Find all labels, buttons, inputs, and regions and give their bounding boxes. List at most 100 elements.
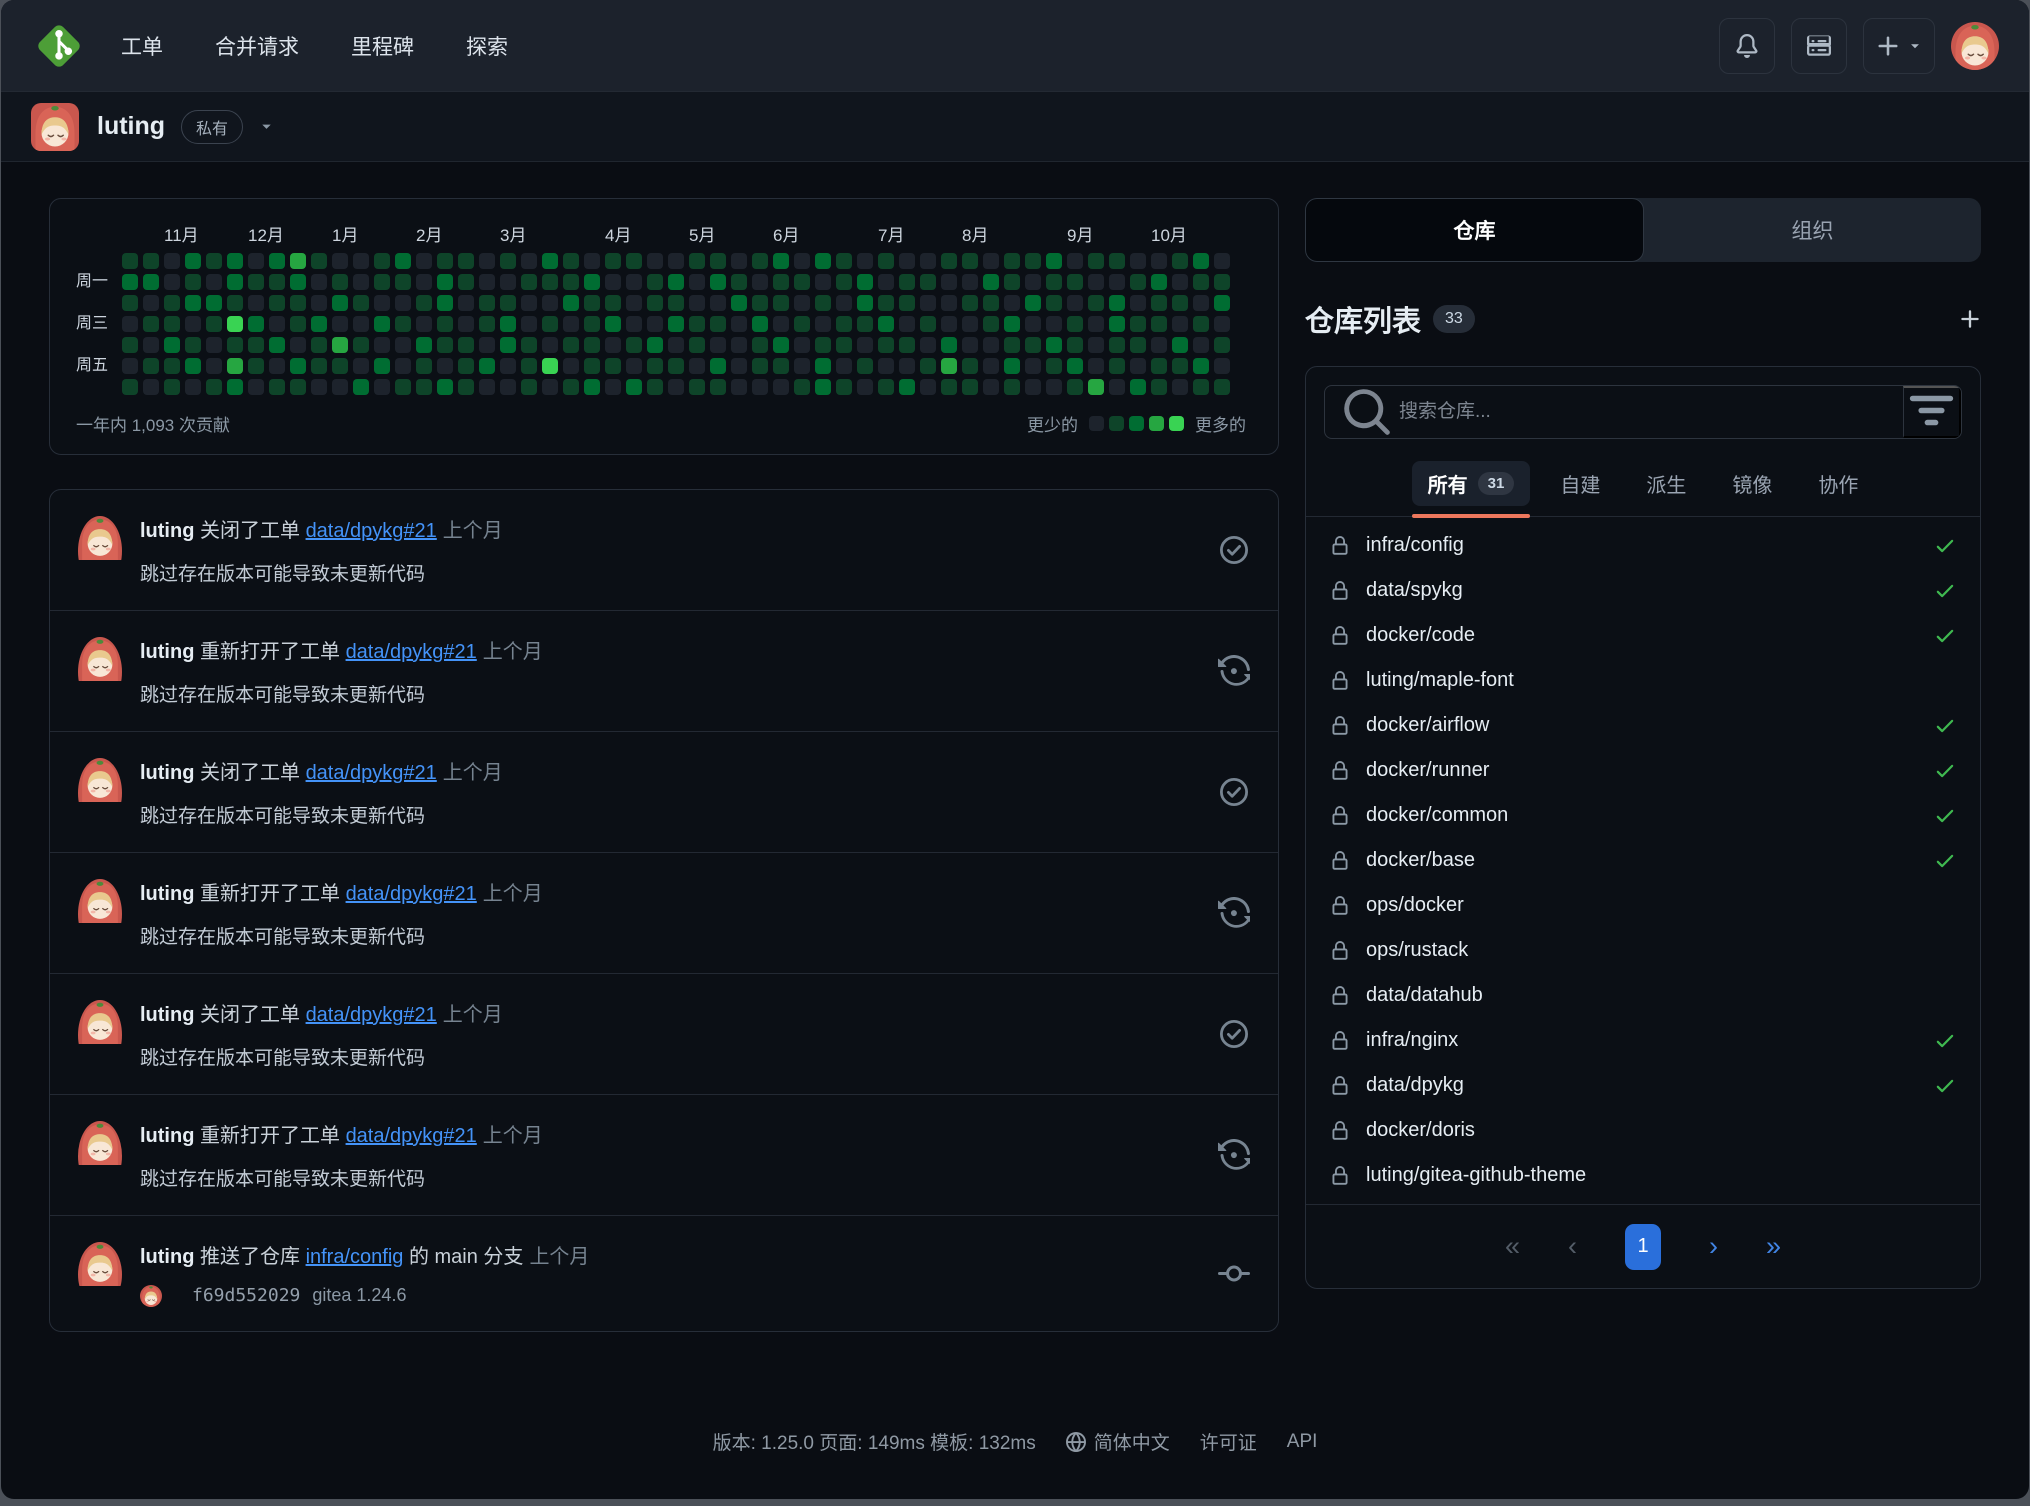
heatmap-cell bbox=[815, 253, 831, 269]
footer-license-link[interactable]: 许可证 bbox=[1200, 1428, 1257, 1455]
repo-row[interactable]: luting/maple-font bbox=[1306, 658, 1980, 703]
repo-row[interactable]: infra/config bbox=[1306, 523, 1980, 568]
feed-user-link[interactable]: luting bbox=[140, 1004, 194, 1026]
nav-merge-requests[interactable]: 合并请求 bbox=[215, 31, 299, 61]
feed-object-link[interactable]: data/dpykg#21 bbox=[346, 883, 477, 905]
footer-language-link[interactable]: 简体中文 bbox=[1066, 1428, 1170, 1455]
heatmap-cell bbox=[1151, 379, 1167, 395]
repo-row[interactable]: docker/doris bbox=[1306, 1108, 1980, 1153]
feed-user-link[interactable]: luting bbox=[140, 520, 194, 542]
pagination-current-page[interactable]: 1 bbox=[1625, 1224, 1661, 1270]
gitea-logo[interactable] bbox=[31, 18, 87, 74]
footer-api-link[interactable]: API bbox=[1287, 1431, 1318, 1453]
commit-hash-link[interactable]: f69d552029 bbox=[192, 1285, 300, 1306]
profile-dropdown-caret[interactable] bbox=[259, 119, 274, 134]
feed-user-link[interactable]: luting bbox=[140, 1246, 194, 1268]
heatmap-cell bbox=[1109, 337, 1125, 353]
repo-filter-自建[interactable]: 自建 bbox=[1544, 457, 1616, 516]
heatmap-cell bbox=[941, 337, 957, 353]
heatmap-cell bbox=[437, 274, 453, 290]
repo-filter-button[interactable] bbox=[1903, 386, 1961, 438]
repo-row[interactable]: data/dpykg bbox=[1306, 1063, 1980, 1108]
repo-filter-all[interactable]: 所有31 bbox=[1412, 457, 1531, 516]
pagination-next[interactable]: › bbox=[1709, 1231, 1718, 1262]
feed-object-link[interactable]: data/dpykg#21 bbox=[306, 1004, 437, 1026]
repo-row[interactable]: docker/runner bbox=[1306, 748, 1980, 793]
globe-icon bbox=[1066, 1432, 1086, 1452]
feed-user-link[interactable]: luting bbox=[140, 762, 194, 784]
navbar-right bbox=[1719, 18, 1999, 74]
repo-name: docker/common bbox=[1366, 804, 1508, 827]
push-icon bbox=[1218, 1258, 1250, 1290]
heatmap-cell bbox=[584, 379, 600, 395]
pagination-first[interactable]: « bbox=[1505, 1231, 1520, 1262]
repo-name: data/dpykg bbox=[1366, 1074, 1464, 1097]
legend-cell bbox=[1149, 416, 1164, 431]
pagination-prev[interactable]: ‹ bbox=[1568, 1231, 1577, 1262]
feed-user-link[interactable]: luting bbox=[140, 1125, 194, 1147]
check-icon bbox=[1934, 1030, 1956, 1052]
feed-object-link[interactable]: data/dpykg#21 bbox=[306, 520, 437, 542]
feed-object-link[interactable]: data/dpykg#21 bbox=[346, 1125, 477, 1147]
heatmap-cell bbox=[206, 295, 222, 311]
feed-item-title: luting 重新打开了工单 data/dpykg#21上个月 bbox=[140, 877, 1198, 906]
heatmap-cell bbox=[1151, 358, 1167, 374]
lock-icon bbox=[1330, 806, 1350, 826]
heatmap-cell bbox=[185, 253, 201, 269]
repo-name: docker/code bbox=[1366, 624, 1475, 647]
user-avatar[interactable] bbox=[1951, 22, 1999, 70]
repo-filter-协作[interactable]: 协作 bbox=[1802, 457, 1874, 516]
heatmap-cell bbox=[1151, 295, 1167, 311]
heatmap-cell bbox=[857, 295, 873, 311]
feed-item-body: 跳过存在版本可能导致未更新代码 bbox=[140, 559, 1198, 586]
tab-repositories[interactable]: 仓库 bbox=[1305, 198, 1644, 262]
admin-panel-button[interactable] bbox=[1791, 18, 1847, 74]
left-column: 11月12月1月2月3月4月5月6月7月8月9月10月 周一周三周五 一年内 1… bbox=[49, 198, 1279, 1332]
repo-row[interactable]: infra/nginx bbox=[1306, 1018, 1980, 1063]
repo-filter-派生[interactable]: 派生 bbox=[1630, 457, 1702, 516]
heatmap-cell bbox=[416, 379, 432, 395]
heatmap-cell bbox=[542, 295, 558, 311]
heatmap-cell bbox=[1004, 253, 1020, 269]
heatmap-cell bbox=[269, 274, 285, 290]
feed-object-link[interactable]: infra/config bbox=[306, 1246, 404, 1268]
repo-search-input[interactable] bbox=[1399, 386, 1903, 438]
create-new-button[interactable] bbox=[1863, 18, 1935, 74]
repo-row[interactable]: ops/docker bbox=[1306, 883, 1980, 928]
heatmap-cell bbox=[1172, 295, 1188, 311]
heatmap-cell bbox=[941, 295, 957, 311]
new-repo-button[interactable] bbox=[1959, 308, 1981, 330]
tab-organizations[interactable]: 组织 bbox=[1644, 198, 1981, 262]
nav-milestones[interactable]: 里程碑 bbox=[351, 31, 414, 61]
heatmap-cell bbox=[794, 358, 810, 374]
heatmap-cell bbox=[332, 379, 348, 395]
heatmap-cell bbox=[122, 379, 138, 395]
repo-row[interactable]: docker/airflow bbox=[1306, 703, 1980, 748]
repo-row[interactable]: docker/base bbox=[1306, 838, 1980, 883]
heatmap-cell bbox=[500, 253, 516, 269]
repo-filter-镜像[interactable]: 镜像 bbox=[1716, 457, 1788, 516]
nav-issues[interactable]: 工单 bbox=[121, 31, 163, 61]
repo-row[interactable]: ops/rustack bbox=[1306, 928, 1980, 973]
heatmap-cell bbox=[458, 295, 474, 311]
nav-explore[interactable]: 探索 bbox=[466, 31, 508, 61]
repo-row[interactable]: data/spykg bbox=[1306, 568, 1980, 613]
repo-row[interactable]: luting/gitea-github-theme bbox=[1306, 1153, 1980, 1198]
feed-user-link[interactable]: luting bbox=[140, 883, 194, 905]
notifications-button[interactable] bbox=[1719, 18, 1775, 74]
heatmap-cell bbox=[836, 274, 852, 290]
feed-object-link[interactable]: data/dpykg#21 bbox=[346, 641, 477, 663]
pagination-last[interactable]: » bbox=[1766, 1231, 1781, 1262]
repo-row[interactable]: data/datahub bbox=[1306, 973, 1980, 1018]
feed-user-link[interactable]: luting bbox=[140, 641, 194, 663]
heatmap-cell bbox=[689, 337, 705, 353]
feed-item-main: luting 推送了仓库 infra/config 的 main 分支上个月f6… bbox=[140, 1240, 1198, 1307]
heatmap-cell bbox=[1067, 337, 1083, 353]
repo-row[interactable]: docker/code bbox=[1306, 613, 1980, 658]
feed-object-link[interactable]: data/dpykg#21 bbox=[306, 762, 437, 784]
heatmap-cell bbox=[647, 358, 663, 374]
repo-row[interactable]: docker/common bbox=[1306, 793, 1980, 838]
heatmap-cell bbox=[1130, 274, 1146, 290]
heatmap-cell bbox=[1172, 274, 1188, 290]
legend-more-label: 更多的 bbox=[1195, 411, 1246, 436]
